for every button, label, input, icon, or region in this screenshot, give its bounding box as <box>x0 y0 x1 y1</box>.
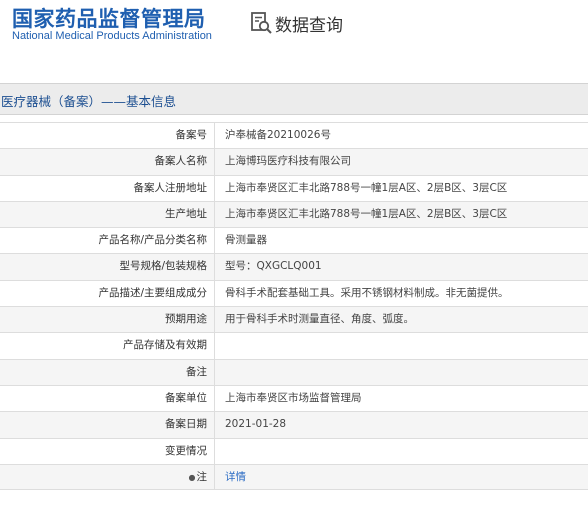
data-query-label: 数据查询 <box>275 15 343 36</box>
field-label: 产品名称/产品分类名称 <box>0 228 215 254</box>
field-label: 产品存储及有效期 <box>0 333 215 359</box>
table-row: 型号规格/包装规格 型号：QXGCLQ001 <box>0 253 588 280</box>
page-title: 医疗器械（备案）——基本信息 <box>1 94 177 109</box>
field-label: 型号规格/包装规格 <box>0 254 215 280</box>
field-value: 骨科手术配套基础工具。采用不锈钢材料制成。非无菌提供。 <box>225 286 509 299</box>
field-label: 备案号 <box>0 123 215 149</box>
table-row: 产品描述/主要组成成分 骨科手术配套基础工具。采用不锈钢材料制成。非无菌提供。 <box>0 279 588 307</box>
field-label: 生产地址 <box>0 201 215 228</box>
field-value: 上海市奉贤区汇丰北路788号一幢1层A区、2层B区、3层C区 <box>225 181 508 194</box>
table-row: 产品名称/产品分类名称 骨测量器 <box>0 227 588 254</box>
field-label: 备案单位 <box>0 385 215 412</box>
field-value: 详情 <box>215 464 588 490</box>
field-value: 上海博玛医疗科技有限公司 <box>215 149 588 175</box>
document-search-icon <box>249 11 273 35</box>
site-logo-title[interactable]: 国家药品监督管理局 <box>12 3 206 33</box>
field-value: 上海市奉贤区市场监督管理局 <box>225 391 362 404</box>
field-label: 备案人注册地址 <box>0 175 215 201</box>
pin-icon: ● <box>188 472 196 482</box>
table-row: 备案号 沪奉械备20210026号 <box>0 122 588 149</box>
field-value: 2021-01-28 <box>215 412 588 438</box>
table-row: 备案日期 2021-01-28 <box>0 411 588 438</box>
table-row: 生产地址 上海市奉贤区汇丰北路788号一幢1层A区、2层B区、3层C区 <box>0 200 588 228</box>
table-row: 备注 <box>0 358 588 385</box>
field-value: 用于骨科手术时测量直径、角度、弧度。 <box>215 307 588 333</box>
field-value <box>215 439 588 464</box>
details-link[interactable]: 详情 <box>225 471 246 483</box>
field-label: 预期用途 <box>0 307 215 333</box>
table-row: 预期用途 用于骨科手术时测量直径、角度、弧度。 <box>0 306 588 333</box>
table-row: ●注 详情 <box>0 463 588 491</box>
field-value: 骨测量器 <box>225 234 267 247</box>
field-label: 备注 <box>0 359 215 385</box>
table-row: 备案人注册地址 上海市奉贤区汇丰北路788号一幢1层A区、2层B区、3层C区 <box>0 174 588 201</box>
table-row: 备案单位 上海市奉贤区市场监督管理局 <box>0 384 588 412</box>
table-row: 变更情况 <box>0 437 588 464</box>
field-label: 备案日期 <box>0 412 215 438</box>
site-header: 国家药品监督管理局 National Medical Products Admi… <box>0 0 588 56</box>
field-value: 沪奉械备20210026号 <box>225 129 331 141</box>
field-label: ●注 <box>0 464 215 490</box>
detail-table: 备案号 沪奉械备20210026号 备案人名称 上海博玛医疗科技有限公司 备案人… <box>0 122 588 491</box>
field-value <box>215 359 588 385</box>
section-title-bar: 医疗器械（备案）——基本信息 <box>0 83 588 115</box>
note-label: 注 <box>196 470 208 483</box>
field-label: 产品描述/主要组成成分 <box>0 280 215 307</box>
field-label: 备案人名称 <box>0 149 215 175</box>
data-query-link[interactable]: 数据查询 <box>249 11 343 36</box>
table-row: 产品存储及有效期 <box>0 332 588 359</box>
field-value: 上海市奉贤区汇丰北路788号一幢1层A区、2层B区、3层C区 <box>215 201 588 228</box>
field-value: 型号：QXGCLQ001 <box>215 254 588 280</box>
field-label: 变更情况 <box>0 438 215 464</box>
site-logo-subtitle: National Medical Products Administration <box>12 30 212 42</box>
table-row: 备案人名称 上海博玛医疗科技有限公司 <box>0 148 588 175</box>
field-value <box>215 333 588 358</box>
